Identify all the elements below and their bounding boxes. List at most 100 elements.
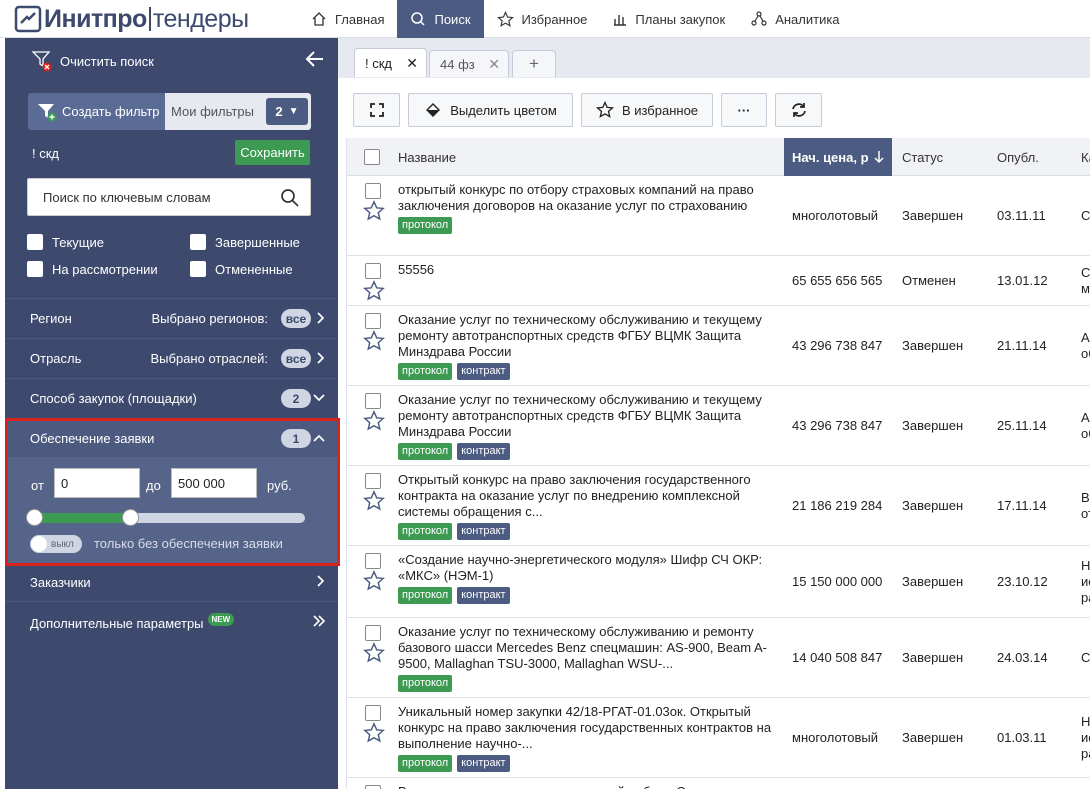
table-row[interactable]: 55556 65 655 656 565 Отменен 13.01.12 Стм xyxy=(347,256,1090,306)
row-checkbox[interactable] xyxy=(365,473,381,489)
row-checkbox[interactable] xyxy=(365,705,381,721)
nav-search[interactable]: Поиск xyxy=(397,0,484,38)
table-row[interactable]: открытый конкурс по отбору страховых ком… xyxy=(347,176,1090,256)
protocol-tag[interactable]: протокол xyxy=(398,443,453,460)
favorite-star-icon[interactable] xyxy=(363,722,385,747)
fullscreen-button[interactable] xyxy=(353,93,400,127)
section-industry[interactable]: Отрасль Выбрано отраслей: все xyxy=(5,338,338,378)
checkbox-cancelled[interactable]: Отмененные xyxy=(190,261,293,277)
save-filter-button[interactable]: Сохранить xyxy=(235,140,310,165)
add-tab-button[interactable]: + xyxy=(512,50,556,77)
checkbox-box[interactable] xyxy=(27,261,43,277)
table-row[interactable]: Открытый конкурс на право заключения гос… xyxy=(347,466,1090,546)
table-row[interactable]: Уникальный номер закупки 42/18-РГАТ-01.0… xyxy=(347,698,1090,778)
close-icon[interactable]: ✕ xyxy=(406,55,418,72)
row-checkbox[interactable] xyxy=(365,263,381,279)
slider-max-handle[interactable] xyxy=(121,509,139,526)
checkbox-box[interactable] xyxy=(190,261,206,277)
tender-title-text[interactable]: Выполнение опытно-конструкторской работы… xyxy=(398,784,776,789)
guarantee-range-slider[interactable] xyxy=(26,509,305,526)
table-row[interactable]: Оказание услуг по техническому обслужива… xyxy=(347,306,1090,386)
protocol-tag[interactable]: протокол xyxy=(398,523,453,540)
tab-skd[interactable]: ! скд ✕ xyxy=(354,48,427,77)
clear-search-button[interactable]: Очистить поиск xyxy=(32,48,154,74)
keyword-search-input[interactable] xyxy=(28,179,278,215)
table-row[interactable]: Оказание услуг по техническому обслужива… xyxy=(347,386,1090,466)
tender-title[interactable]: Открытый конкурс на право заключения гос… xyxy=(398,472,776,540)
table-row[interactable]: «Создание научно-энергетического модуля»… xyxy=(347,546,1090,618)
favorite-star-icon[interactable] xyxy=(363,570,385,595)
my-filters-dropdown[interactable]: 2 ▼ xyxy=(266,98,308,125)
tender-title-text[interactable]: открытый конкурс по отбору страховых ком… xyxy=(398,182,776,214)
header-name[interactable]: Название xyxy=(398,138,456,176)
table-row[interactable]: Оказание услуг по техническому обслужива… xyxy=(347,618,1090,698)
checkbox-box[interactable] xyxy=(27,234,43,250)
contract-tag[interactable]: контракт xyxy=(457,755,510,772)
header-published[interactable]: Опубл. xyxy=(997,138,1039,176)
row-checkbox[interactable] xyxy=(365,313,381,329)
checkbox-box[interactable] xyxy=(190,234,206,250)
guarantee-from-input[interactable]: 0 xyxy=(54,468,140,498)
tender-title[interactable]: открытый конкурс по отбору страховых ком… xyxy=(398,182,776,234)
favorite-star-icon[interactable] xyxy=(363,490,385,515)
tender-title[interactable]: Оказание услуг по техническому обслужива… xyxy=(398,312,776,380)
contract-tag[interactable]: контракт xyxy=(457,443,510,460)
contract-tag[interactable]: контракт xyxy=(457,587,510,604)
contract-tag[interactable]: контракт xyxy=(457,523,510,540)
tender-title[interactable]: Оказание услуг по техническому обслужива… xyxy=(398,624,776,692)
guarantee-header[interactable]: Обеспечение заявки 1 xyxy=(5,419,338,457)
tender-title-text[interactable]: «Создание научно-энергетического модуля»… xyxy=(398,552,776,584)
arrow-left-icon[interactable] xyxy=(305,50,325,68)
create-filter-button[interactable]: Создать фильтр xyxy=(28,93,165,130)
nav-home[interactable]: Главная xyxy=(298,0,397,38)
section-procurement-method[interactable]: Способ закупок (площадки) 2 xyxy=(5,378,338,418)
protocol-tag[interactable]: протокол xyxy=(398,363,453,380)
section-extra-params[interactable]: Дополнительные параметры NEW xyxy=(5,601,338,641)
tender-title[interactable]: Уникальный номер закупки 42/18-РГАТ-01.0… xyxy=(398,704,776,772)
section-region[interactable]: Регион Выбрано регионов: все xyxy=(5,298,338,338)
add-to-favorites-button[interactable]: В избранное xyxy=(581,93,713,127)
refresh-button[interactable] xyxy=(775,93,822,127)
protocol-tag[interactable]: протокол xyxy=(398,755,453,772)
checkbox-under-review[interactable]: На рассмотрении xyxy=(27,261,158,277)
favorite-star-icon[interactable] xyxy=(363,330,385,355)
row-checkbox[interactable] xyxy=(365,553,381,569)
close-icon[interactable]: ✕ xyxy=(488,56,500,73)
tab-44fz[interactable]: 44 фз ✕ xyxy=(429,50,509,77)
tender-title[interactable]: 55556 xyxy=(398,262,776,278)
checkbox-current[interactable]: Текущие xyxy=(27,234,104,250)
tender-title-text[interactable]: Уникальный номер закупки 42/18-РГАТ-01.0… xyxy=(398,704,776,752)
search-icon[interactable] xyxy=(280,188,300,208)
logo[interactable]: Инитпро тендеры xyxy=(14,4,249,34)
row-checkbox[interactable] xyxy=(365,785,381,789)
header-price-sorted[interactable]: Нач. цена, р xyxy=(784,138,892,176)
highlight-color-button[interactable]: Выделить цветом xyxy=(408,93,573,127)
favorite-star-icon[interactable] xyxy=(363,410,385,435)
more-actions-button[interactable]: ··· xyxy=(721,93,767,127)
table-row[interactable]: Выполнение опытно-конструкторской работы… xyxy=(347,778,1090,789)
contract-tag[interactable]: контракт xyxy=(457,363,510,380)
protocol-tag[interactable]: протокол xyxy=(398,675,453,692)
header-status[interactable]: Статус xyxy=(902,138,943,176)
my-filters-button[interactable]: Мои фильтры 2 ▼ xyxy=(165,93,311,130)
nav-favorites[interactable]: Избранное xyxy=(484,0,601,38)
tender-title[interactable]: Выполнение опытно-конструкторской работы… xyxy=(398,784,776,789)
select-all-checkbox[interactable] xyxy=(364,138,380,176)
favorite-star-icon[interactable] xyxy=(363,280,385,305)
favorite-star-icon[interactable] xyxy=(363,200,385,225)
protocol-tag[interactable]: протокол xyxy=(398,587,453,604)
favorite-star-icon[interactable] xyxy=(363,642,385,667)
tender-title-text[interactable]: Оказание услуг по техническому обслужива… xyxy=(398,392,776,440)
checkbox-completed[interactable]: Завершенные xyxy=(190,234,300,250)
slider-min-handle[interactable] xyxy=(26,509,43,526)
nav-plans[interactable]: Планы закупок xyxy=(600,0,738,38)
row-checkbox[interactable] xyxy=(365,625,381,641)
tender-title-text[interactable]: Открытый конкурс на право заключения гос… xyxy=(398,472,776,520)
protocol-tag[interactable]: протокол xyxy=(398,217,453,234)
tender-title-text[interactable]: Оказание услуг по техническому обслужива… xyxy=(398,312,776,360)
tender-title[interactable]: «Создание научно-энергетического модуля»… xyxy=(398,552,776,604)
no-guarantee-toggle[interactable]: выкл xyxy=(30,535,82,553)
header-category[interactable]: Ка xyxy=(1081,138,1090,176)
tender-title-text[interactable]: 55556 xyxy=(398,262,776,278)
row-checkbox[interactable] xyxy=(365,393,381,409)
